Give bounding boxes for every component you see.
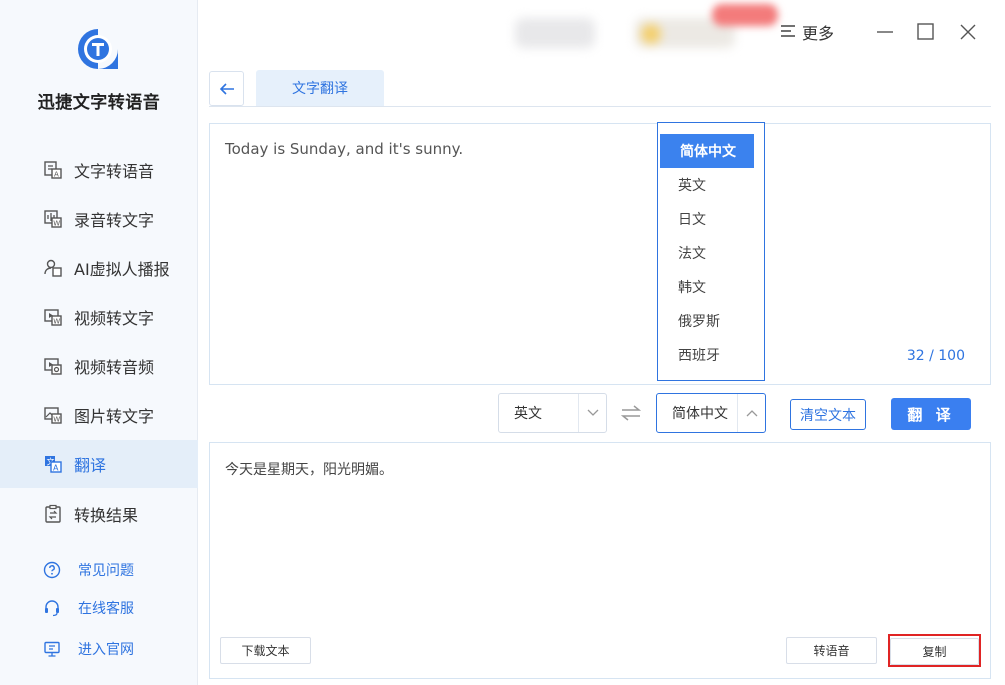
sidebar-item-results[interactable]: 转换结果 bbox=[0, 490, 198, 538]
svg-text:A: A bbox=[54, 171, 59, 179]
char-counter: 32 / 100 bbox=[906, 348, 965, 364]
svg-text:W: W bbox=[53, 318, 60, 326]
tab-text-translate[interactable]: 文字翻译 bbox=[256, 70, 384, 106]
audio-to-text-icon: W bbox=[42, 208, 64, 230]
sidebar-item-label: 录音转文字 bbox=[74, 211, 155, 230]
minimize-icon bbox=[877, 31, 893, 33]
promo-tag-blurred bbox=[712, 4, 778, 26]
svg-text:W: W bbox=[53, 220, 60, 228]
tab-divider bbox=[209, 106, 991, 107]
source-text[interactable]: Today is Sunday, and it's sunny. bbox=[225, 140, 463, 158]
dropdown-option-ja[interactable]: 日文 bbox=[658, 202, 764, 236]
sidebar-item-label: AI虚拟人播报 bbox=[74, 260, 170, 279]
close-icon bbox=[960, 24, 976, 40]
app-title: 迅捷文字转语音 bbox=[37, 93, 161, 113]
sidebar-item-text-to-speech[interactable]: A 文字转语音 bbox=[0, 146, 198, 194]
menu-icon bbox=[780, 23, 796, 42]
sidebar-item-image-to-text[interactable]: W 图片转文字 bbox=[0, 391, 198, 439]
maximize-button[interactable] bbox=[914, 20, 938, 44]
sidebar-item-label: 文字转语音 bbox=[74, 162, 155, 181]
maximize-icon bbox=[917, 23, 934, 40]
source-language-value: 英文 bbox=[514, 406, 542, 422]
dropdown-option-fr[interactable]: 法文 bbox=[658, 236, 764, 270]
target-language-select[interactable]: 简体中文 bbox=[656, 393, 766, 433]
sidebar-item-translate[interactable]: 文A 翻译 bbox=[0, 440, 198, 488]
swap-languages-icon[interactable] bbox=[620, 403, 642, 423]
help-item-label: 常见问题 bbox=[78, 563, 134, 579]
dropdown-option-es[interactable]: 西班牙 bbox=[658, 338, 764, 372]
dropdown-option-en[interactable]: 英文 bbox=[658, 168, 764, 202]
sidebar-item-label: 图片转文字 bbox=[74, 407, 155, 426]
sidebar-item-label: 视频转音频 bbox=[74, 358, 155, 377]
sidebar-item-ai-avatar[interactable]: AI虚拟人播报 bbox=[0, 244, 198, 292]
to-speech-button[interactable]: 转语音 bbox=[786, 637, 877, 664]
clear-text-button[interactable]: 清空文本 bbox=[790, 399, 866, 430]
chevron-down-icon bbox=[578, 394, 606, 432]
sidebar: 迅捷文字转语音 A 文字转语音 W 录音转文字 AI虚拟人播报 W 视频转文字 bbox=[0, 0, 198, 685]
sidebar-item-label: 转换结果 bbox=[74, 506, 139, 525]
help-support-link[interactable]: 在线客服 bbox=[0, 593, 198, 623]
more-menu-button[interactable]: 更多 bbox=[780, 20, 834, 44]
target-language-value: 简体中文 bbox=[672, 406, 728, 422]
user-avatar-blurred[interactable] bbox=[515, 18, 595, 48]
source-text-area[interactable] bbox=[209, 123, 991, 385]
close-button[interactable] bbox=[956, 20, 980, 44]
results-icon bbox=[42, 503, 64, 525]
more-menu-label: 更多 bbox=[802, 24, 835, 43]
help-website-link[interactable]: 进入官网 bbox=[0, 634, 198, 664]
help-faq-link[interactable]: 常见问题 bbox=[0, 555, 198, 585]
copy-button-highlight bbox=[888, 634, 981, 667]
video-to-text-icon: W bbox=[42, 306, 64, 328]
text-to-speech-icon: A bbox=[42, 159, 64, 181]
sidebar-item-audio-to-text[interactable]: W 录音转文字 bbox=[0, 195, 198, 243]
help-item-label: 在线客服 bbox=[78, 601, 134, 617]
help-item-label: 进入官网 bbox=[78, 642, 134, 658]
svg-text:A: A bbox=[53, 464, 59, 473]
sidebar-item-label: 视频转文字 bbox=[74, 309, 155, 328]
translated-text: 今天是星期天，阳光明媚。 bbox=[225, 462, 393, 478]
arrow-left-icon bbox=[219, 82, 234, 95]
dropdown-option-ko[interactable]: 韩文 bbox=[658, 270, 764, 304]
dropdown-option-zh-cn[interactable]: 简体中文 bbox=[660, 134, 754, 168]
sidebar-item-label: 翻译 bbox=[74, 456, 107, 475]
translate-icon: 文A bbox=[42, 453, 64, 475]
monitor-icon bbox=[42, 639, 62, 659]
dropdown-option-ru[interactable]: 俄罗斯 bbox=[658, 304, 764, 338]
ai-avatar-icon bbox=[42, 257, 64, 279]
download-text-button[interactable]: 下载文本 bbox=[220, 637, 311, 664]
image-to-text-icon: W bbox=[42, 404, 64, 426]
app-logo bbox=[78, 29, 118, 69]
back-button[interactable] bbox=[209, 71, 244, 106]
video-to-audio-icon bbox=[42, 355, 64, 377]
source-language-select[interactable]: 英文 bbox=[498, 393, 607, 433]
sidebar-item-video-to-text[interactable]: W 视频转文字 bbox=[0, 293, 198, 341]
question-icon bbox=[42, 560, 62, 580]
translate-button[interactable]: 翻 译 bbox=[891, 398, 971, 430]
headset-icon bbox=[42, 598, 62, 618]
svg-text:W: W bbox=[53, 416, 60, 424]
chevron-up-icon bbox=[737, 394, 765, 432]
app-window: 迅捷文字转语音 A 文字转语音 W 录音转文字 AI虚拟人播报 W 视频转文字 bbox=[0, 0, 1005, 685]
minimize-button[interactable] bbox=[873, 20, 897, 44]
sidebar-item-video-to-audio[interactable]: 视频转音频 bbox=[0, 342, 198, 390]
target-language-dropdown[interactable]: 简体中文 英文 日文 法文 韩文 俄罗斯 西班牙 bbox=[657, 122, 765, 381]
